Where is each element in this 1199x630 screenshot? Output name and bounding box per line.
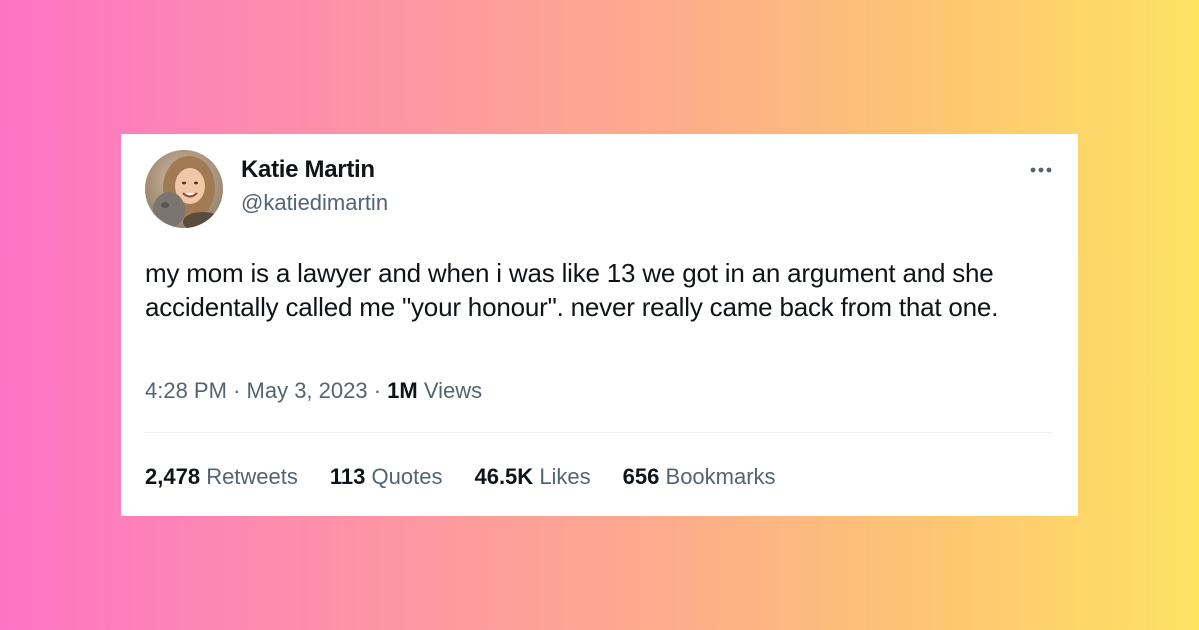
tweet-card: Katie Martin @katiedimartin my mom is a … — [121, 134, 1078, 516]
views-count: 1M — [387, 378, 418, 403]
author-name[interactable]: Katie Martin — [241, 156, 375, 184]
likes-stat[interactable]: 46.5K Likes — [474, 464, 590, 490]
quotes-stat[interactable]: 113 Quotes — [330, 464, 443, 490]
bookmarks-label: Bookmarks — [665, 464, 776, 489]
bookmarks-stat[interactable]: 656 Bookmarks — [623, 464, 776, 490]
likes-count: 46.5K — [474, 464, 534, 489]
retweets-label: Retweets — [206, 464, 298, 489]
retweets-count: 2,478 — [145, 464, 201, 489]
likes-label: Likes — [539, 464, 591, 489]
divider — [145, 432, 1054, 433]
engagement-stats: 2,478 Retweets 113 Quotes 46.5K Likes 65… — [145, 464, 776, 490]
more-options-button[interactable] — [1026, 160, 1056, 180]
bookmarks-count: 656 — [622, 464, 660, 489]
tweet-meta: 4:28 PM · May 3, 2023 · 1M Views — [145, 378, 482, 404]
author-handle[interactable]: @katiedimartin — [241, 190, 388, 216]
views-label: Views — [423, 378, 483, 403]
profile-photo-icon — [145, 150, 223, 228]
retweets-stat[interactable]: 2,478 Retweets — [145, 464, 298, 490]
meta-separator: · — [233, 378, 241, 403]
quotes-count: 113 — [329, 464, 366, 489]
tweet-date[interactable]: May 3, 2023 — [247, 378, 368, 403]
quotes-label: Quotes — [371, 464, 443, 489]
tweet-text: my mom is a lawyer and when i was like 1… — [145, 258, 999, 322]
tweet-time[interactable]: 4:28 PM — [145, 378, 227, 403]
avatar[interactable] — [145, 150, 223, 228]
ellipsis-icon — [1030, 167, 1052, 173]
meta-separator: · — [373, 378, 382, 403]
